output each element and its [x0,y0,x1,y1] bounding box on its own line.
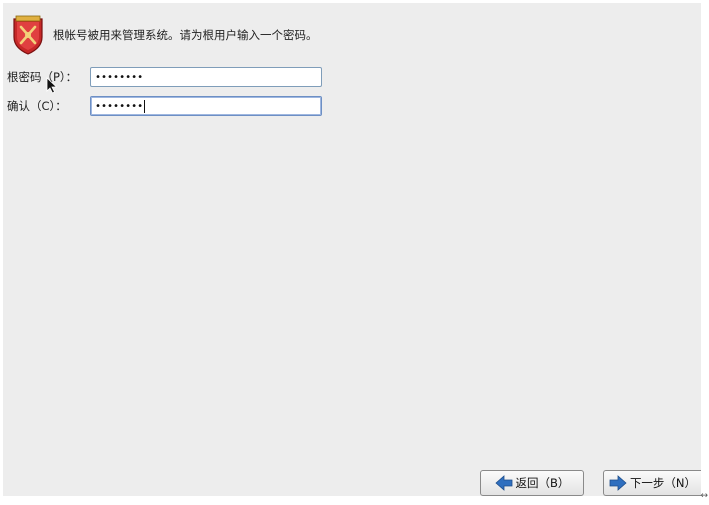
arrow-right-icon [609,475,627,491]
text-caret [144,99,146,113]
confirm-row: 确认（C）： •••••••• [7,95,322,117]
confirm-input[interactable]: •••••••• [90,96,322,116]
next-button[interactable]: 下一步（N） [603,470,701,496]
header-message: 根帐号被用来管理系统。请为根用户输入一个密码。 [53,28,318,42]
password-value: •••••••• [95,71,144,83]
mouse-pointer-icon [46,77,58,94]
confirm-label: 确认（C）： [7,99,67,113]
back-button-label: 返回（B） [515,476,570,490]
back-button[interactable]: 返回（B） [480,470,584,496]
resize-handle-icon: ↔ [700,491,708,501]
password-input[interactable]: •••••••• [90,67,322,87]
next-button-label: 下一步（N） [629,476,697,490]
installer-window: 根帐号被用来管理系统。请为根用户输入一个密码。 根密码（P）： ••••••••… [3,3,701,496]
header: 根帐号被用来管理系统。请为根用户输入一个密码。 [11,15,318,55]
confirm-value: •••••••• [95,100,144,112]
shield-emblem-icon [13,15,43,55]
arrow-left-icon [494,475,512,491]
